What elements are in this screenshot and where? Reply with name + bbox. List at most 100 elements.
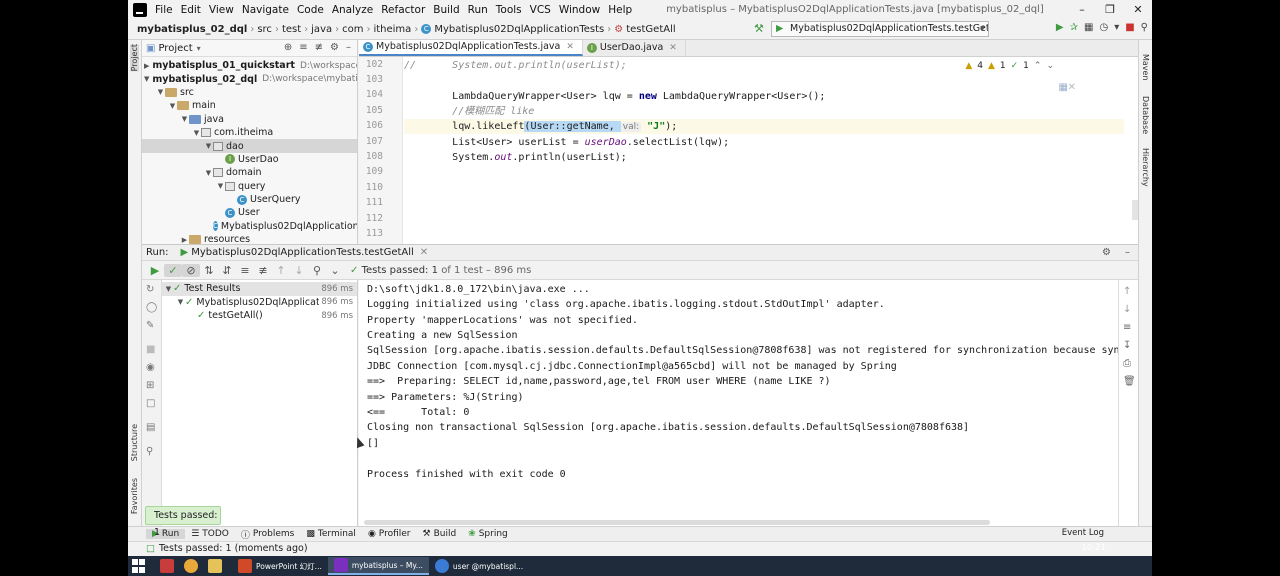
tree-item-package[interactable]: ▼ query [142, 180, 357, 193]
tree-item-folder[interactable]: ▼ java [142, 113, 357, 126]
trash-icon[interactable]: 🗑 [1123, 376, 1136, 387]
taskbar-database[interactable]: user @mybatispl... [429, 557, 529, 575]
gear-icon[interactable]: ⚙ [1102, 247, 1111, 258]
arrow-down-icon[interactable]: ↓ [1123, 304, 1131, 315]
tab-problems[interactable]: ⓘ Problems [235, 528, 301, 541]
menu-navigate[interactable]: Navigate [238, 4, 293, 16]
chevron-down-icon[interactable]: ⌄ [326, 264, 344, 277]
tree-item-module[interactable]: ▼mybatisplus_02_dql D:\workspace\mybatisp… [142, 72, 357, 85]
menu-build[interactable]: Build [429, 4, 463, 16]
chevron-down-icon[interactable]: ⌄ [1046, 61, 1054, 71]
collapse-all-icon[interactable]: ≢ [315, 42, 323, 53]
scrollbar-thumb[interactable] [364, 520, 990, 525]
test-results-root[interactable]: ▼ ✓ Test Results 896 ms [162, 282, 357, 296]
tests-passed-toast[interactable]: Tests passed: 1 [145, 506, 221, 538]
tab-profiler[interactable]: ◉ Profiler [362, 529, 417, 539]
build-hammer-icon[interactable]: ⚒ [754, 22, 764, 35]
crumb-java[interactable]: java [308, 24, 335, 35]
menu-code[interactable]: Code [293, 4, 328, 16]
close-icon[interactable]: ✕ [566, 42, 574, 52]
structure-tool-button[interactable]: Structure [130, 424, 139, 461]
tree-item-class[interactable]: C Mybatisplus02DqlApplication [142, 220, 357, 233]
debug-icon[interactable]: ✰ [1070, 22, 1078, 33]
show-passed-icon[interactable]: ✓ [164, 263, 182, 277]
menu-view[interactable]: View [205, 4, 238, 16]
chevron-down-icon[interactable]: ▾ [197, 44, 201, 53]
chevron-down-icon[interactable]: ▼ [216, 182, 225, 190]
inspection-widget[interactable]: ▲ 4 ▲ 1 ✓ 1 ⌃ ⌄ [965, 61, 1054, 71]
menu-file[interactable]: File [151, 4, 177, 16]
chevron-down-icon[interactable]: ▼ [168, 102, 177, 110]
run-configuration-select[interactable]: ▶ Mybatisplus02DqlApplicationTests.testG… [771, 21, 989, 37]
crumb-method[interactable]: ⚙ testGetAll [611, 24, 678, 35]
hierarchy-tool-button[interactable]: Hierarchy [1141, 148, 1150, 187]
collapse-all-icon[interactable]: ≢ [254, 264, 272, 277]
taskbar-powerpoint[interactable]: PowerPoint 幻灯... [232, 557, 328, 575]
tab-spring[interactable]: ❀ Spring [462, 529, 514, 539]
more-run-icon[interactable]: ▾ [1114, 22, 1119, 33]
windows-start-icon[interactable] [132, 559, 146, 573]
tab-userdao-file[interactable]: I UserDao.java ✕ [583, 40, 686, 56]
rerun-failed-icon[interactable]: ↻ [146, 284, 154, 295]
layout-icon[interactable]: ▤ [146, 422, 155, 433]
database-tool-button[interactable]: Database [1141, 96, 1150, 134]
menu-tools[interactable]: Tools [492, 4, 526, 16]
rerun-icon[interactable]: ▶ [146, 264, 164, 277]
scroll-to-end-icon[interactable]: ↧ [1123, 340, 1131, 351]
chevron-right-icon[interactable]: ▶ [180, 236, 189, 244]
reader-mode-icon[interactable]: ▦ [1059, 82, 1068, 93]
run-icon[interactable]: ▶ [1056, 22, 1064, 33]
chevron-down-icon[interactable]: ▼ [192, 129, 201, 137]
chevron-right-icon[interactable]: ▶ [144, 62, 149, 70]
close-icon[interactable]: ✕ [420, 247, 428, 258]
favorites-tool-button[interactable]: Favorites [130, 478, 139, 514]
search-icon[interactable]: ⚲ [308, 264, 326, 277]
print-icon[interactable]: ⎙ [1123, 358, 1131, 369]
chevron-up-icon[interactable]: ⌃ [1034, 61, 1042, 71]
console-scrollbar[interactable] [359, 519, 1118, 526]
menu-run[interactable]: Run [464, 4, 492, 16]
crumb-com[interactable]: com [339, 24, 366, 35]
minimize-icon[interactable]: – [1068, 0, 1096, 19]
tree-item-module[interactable]: ▶mybatisplus_01_quickstart D:\workspace\m [142, 59, 357, 72]
pin-icon[interactable]: ⚲ [146, 446, 153, 457]
tree-item-package[interactable]: ▼ com.itheima [142, 126, 357, 139]
tree-item-class[interactable]: I UserDao [142, 153, 357, 166]
tree-item-class[interactable]: C User [142, 206, 357, 219]
gear-icon[interactable]: ⚙ [330, 42, 339, 53]
settings-icon[interactable]: ✎ [146, 320, 154, 331]
expand-all-icon[interactable]: ≡ [236, 264, 254, 277]
profile-icon[interactable]: ◷ [1099, 22, 1108, 33]
menu-analyze[interactable]: Analyze [328, 4, 377, 16]
menu-vcs[interactable]: VCS [526, 4, 555, 16]
arrow-up-icon[interactable]: ↑ [1123, 286, 1131, 297]
crumb-module[interactable]: mybatisplus_02_dql [134, 24, 250, 35]
test-method-result[interactable]: ✓ testGetAll() 896 ms [162, 309, 357, 323]
project-tool-button[interactable]: Project [130, 44, 139, 72]
tab-todo[interactable]: ☰ TODO [185, 529, 235, 539]
stop-icon[interactable]: ■ [1125, 22, 1134, 33]
app-icon[interactable] [160, 559, 174, 573]
import-icon[interactable]: ⊞ [146, 380, 154, 391]
camera-icon[interactable]: ◉ [146, 362, 155, 373]
expand-all-icon[interactable]: ≡ [299, 42, 307, 53]
chevron-down-icon[interactable]: ▼ [156, 88, 165, 96]
tree-item-package[interactable]: ▼ domain [142, 166, 357, 179]
close-icon[interactable]: ✕ [669, 43, 677, 53]
tab-terminal[interactable]: ▩ Terminal [300, 529, 362, 539]
tab-tests-file[interactable]: C Mybatisplus02DqlApplicationTests.java ✕ [359, 40, 583, 56]
menu-edit[interactable]: Edit [177, 4, 205, 16]
tab-build[interactable]: ⚒ Build [416, 529, 462, 539]
menu-help[interactable]: Help [604, 4, 636, 16]
maven-tool-button[interactable]: Maven [1141, 54, 1150, 81]
crumb-class[interactable]: C Mybatisplus02DqlApplicationTests [418, 24, 607, 35]
export-icon[interactable]: □ [146, 398, 155, 409]
search-icon[interactable]: ⚲ [1141, 22, 1148, 33]
chrome-icon[interactable] [184, 559, 198, 573]
next-failed-icon[interactable]: ↓ [290, 264, 308, 277]
coverage-icon[interactable]: ▦ [1084, 22, 1093, 33]
project-title[interactable]: Project [158, 43, 192, 54]
crumb-src[interactable]: src [254, 24, 275, 35]
tree-item-class[interactable]: C UserQuery [142, 193, 357, 206]
locate-icon[interactable]: ⊕ [284, 42, 292, 53]
